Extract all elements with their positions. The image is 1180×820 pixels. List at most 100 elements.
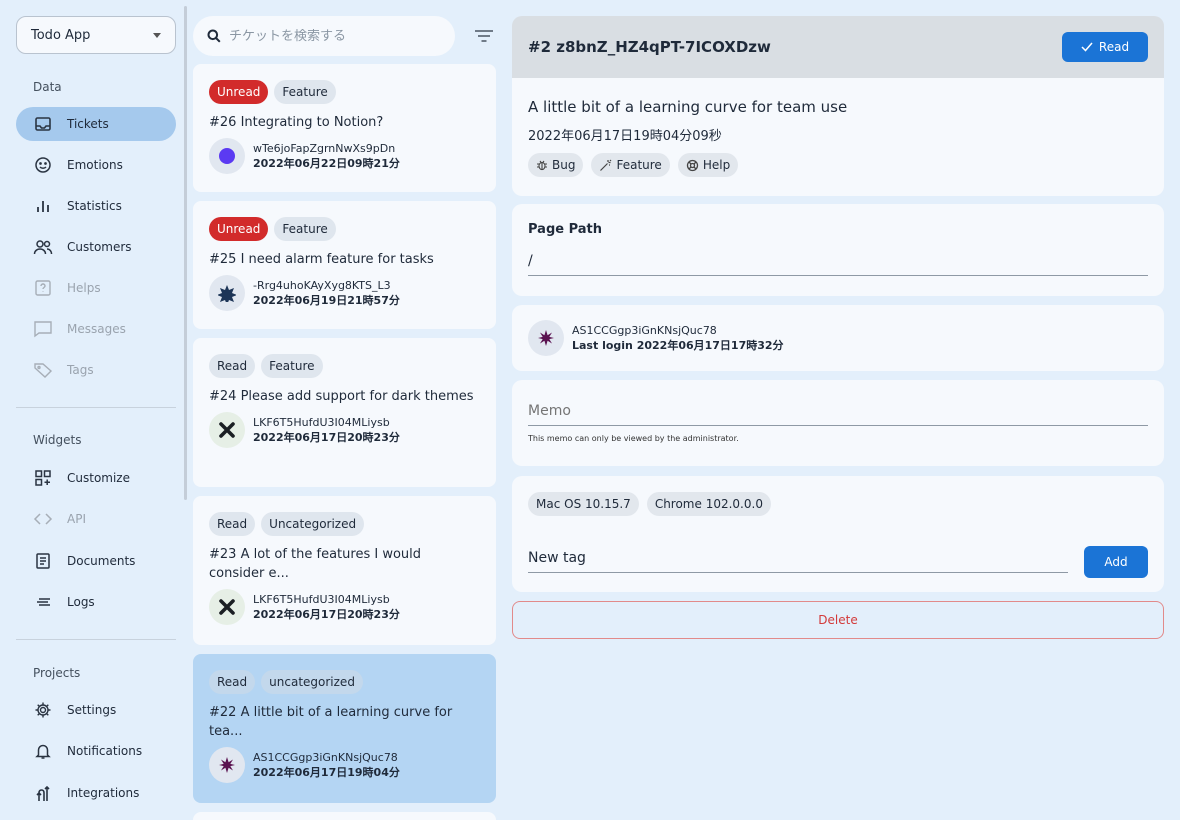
ticket-card[interactable] [193,812,496,820]
sidebar-item-documents[interactable]: Documents [16,544,176,578]
sidebar-item-customers[interactable]: Customers [16,230,176,264]
bar-chart-icon [33,196,53,216]
sidebar-item-label: Messages [67,322,126,336]
integration-icon [33,783,53,803]
sidebar-item-settings[interactable]: Settings [16,693,176,727]
ticket-user-id: -Rrg4uhoKAyXyg8KTS_L3 [253,279,391,292]
smile-icon [33,155,53,175]
env-tag-browser[interactable]: Chrome 102.0.0.0 [646,492,771,516]
help-box-icon [33,278,53,298]
status-badge: Unread [209,217,269,241]
dashboard-customize-icon [33,468,53,488]
new-tag-input[interactable]: New tag [528,550,1068,573]
category-chip: uncategorized [261,670,363,694]
lines-icon [33,592,53,612]
ticket-title: #22 A little bit of a learning curve for… [209,705,453,739]
sidebar-item-label: Documents [67,554,136,568]
sidebar-item-label: Tags [67,363,94,377]
tags-card: Mac OS 10.15.7 Chrome 102.0.0.0 New tag … [512,476,1164,592]
ticket-id: #2 z8bnZ_HZ4qPT-7ICOXDzw [528,38,771,56]
ticket-title: #26 Integrating to Notion? [209,115,384,130]
sidebar-item-statistics[interactable]: Statistics [16,189,176,223]
avatar [209,412,245,448]
bell-icon [33,741,53,761]
memo-card: This memo can only be viewed by the admi… [512,380,1164,466]
ticket-date: 2022年06月17日19時04分 [253,766,400,779]
status-badge: Read [209,354,256,378]
sidebar-item-emotions[interactable]: Emotions [16,148,176,182]
ticket-card-selected[interactable]: Read uncategorized #22 A little bit of a… [193,654,496,803]
status-badge: Read [209,512,256,536]
search-box[interactable] [193,16,455,56]
tag-icon [33,360,53,380]
page-path-label: Page Path [528,222,603,237]
sidebar-item-label: API [67,512,86,526]
check-icon [1081,42,1093,52]
sidebar-item-label: Customers [67,240,132,254]
sidebar-item-integrations[interactable]: Integrations [16,776,176,810]
page-path-field[interactable]: / [528,253,1148,276]
message-icon [33,319,53,339]
memo-input[interactable] [528,403,1148,419]
status-badge: Read [209,670,256,694]
tag-label: Help [702,158,731,172]
search-input[interactable] [229,28,439,44]
sidebar-item-tickets[interactable]: Tickets [16,107,176,141]
sidebar-item-label: Helps [67,281,101,295]
document-icon [33,551,53,571]
ticket-date: 2022年06月22日09時21分 [253,157,400,170]
gear-icon [33,700,53,720]
read-button-label: Read [1098,40,1130,54]
magic-wand-icon [600,159,612,171]
category-chip: Feature [274,217,336,241]
ticket-detail-body: A little bit of a learning curve for tea… [512,78,1164,196]
avatar [528,320,564,356]
tag-help[interactable]: Help [677,153,739,177]
ticket-user-id: LKF6T5HufdU3I04MLiysb [253,416,390,429]
delete-button[interactable]: Delete [512,601,1164,639]
user-id: AS1CCGgp3iGnKNsjQuc78 [572,324,717,337]
ticket-card[interactable]: Read Uncategorized #23 A lot of the feat… [193,496,496,645]
ticket-card[interactable]: Unread Feature #25 I need alarm feature … [193,201,496,329]
sidebar-scrollbar[interactable] [184,6,187,500]
ticket-card[interactable]: Read Feature #24 Please add support for … [193,338,496,487]
ticket-date: 2022年06月17日20時23分 [253,608,400,621]
sidebar-item-tags[interactable]: Tags [16,353,176,387]
add-tag-button[interactable]: Add [1084,546,1148,578]
filter-icon[interactable] [474,28,494,44]
sidebar-item-helps[interactable]: Helps [16,271,176,305]
avatar [209,275,245,311]
last-login: Last login 2022年06月17日17時32分 [572,339,784,352]
sidebar-item-label: Settings [67,703,117,717]
env-tag-os[interactable]: Mac OS 10.15.7 [528,492,639,516]
section-label-projects: Projects [33,666,81,680]
ticket-date: 2022年06月17日20時23分 [253,431,400,444]
ticket-detail-title: A little bit of a learning curve for tea… [528,98,848,116]
tag-feature[interactable]: Feature [591,153,670,177]
mark-read-button[interactable]: Read [1062,32,1148,62]
sidebar-item-messages[interactable]: Messages [16,312,176,346]
status-badge: Unread [209,80,269,104]
search-icon [207,29,221,43]
category-chip: Feature [261,354,323,378]
sidebar-item-logs[interactable]: Logs [16,585,176,619]
app-select-value: Todo App [31,27,91,43]
section-label-widgets: Widgets [33,433,82,447]
sidebar-item-api[interactable]: API [16,502,176,536]
inbox-icon [33,114,53,134]
tag-bug[interactable]: Bug [528,153,584,177]
people-icon [33,237,53,257]
tag-label: Feature [616,158,662,172]
memo-hint: This memo can only be viewed by the admi… [528,434,739,443]
ticket-card[interactable]: Unread Feature #26 Integrating to Notion… [193,64,496,192]
code-icon [33,509,53,529]
ticket-detail-date: 2022年06月17日19時04分09秒 [528,129,722,144]
sidebar-item-notifications[interactable]: Notifications [16,734,176,768]
app-select[interactable]: Todo App [16,16,176,54]
ticket-detail-header: #2 z8bnZ_HZ4qPT-7ICOXDzw Read [512,16,1164,78]
lifebuoy-icon [686,159,698,171]
chevron-down-icon [153,32,161,38]
user-info-card: AS1CCGgp3iGnKNsjQuc78 Last login 2022年06… [512,305,1164,371]
ticket-title: #23 A lot of the features I would consid… [209,547,422,581]
sidebar-item-customize[interactable]: Customize [16,461,176,495]
